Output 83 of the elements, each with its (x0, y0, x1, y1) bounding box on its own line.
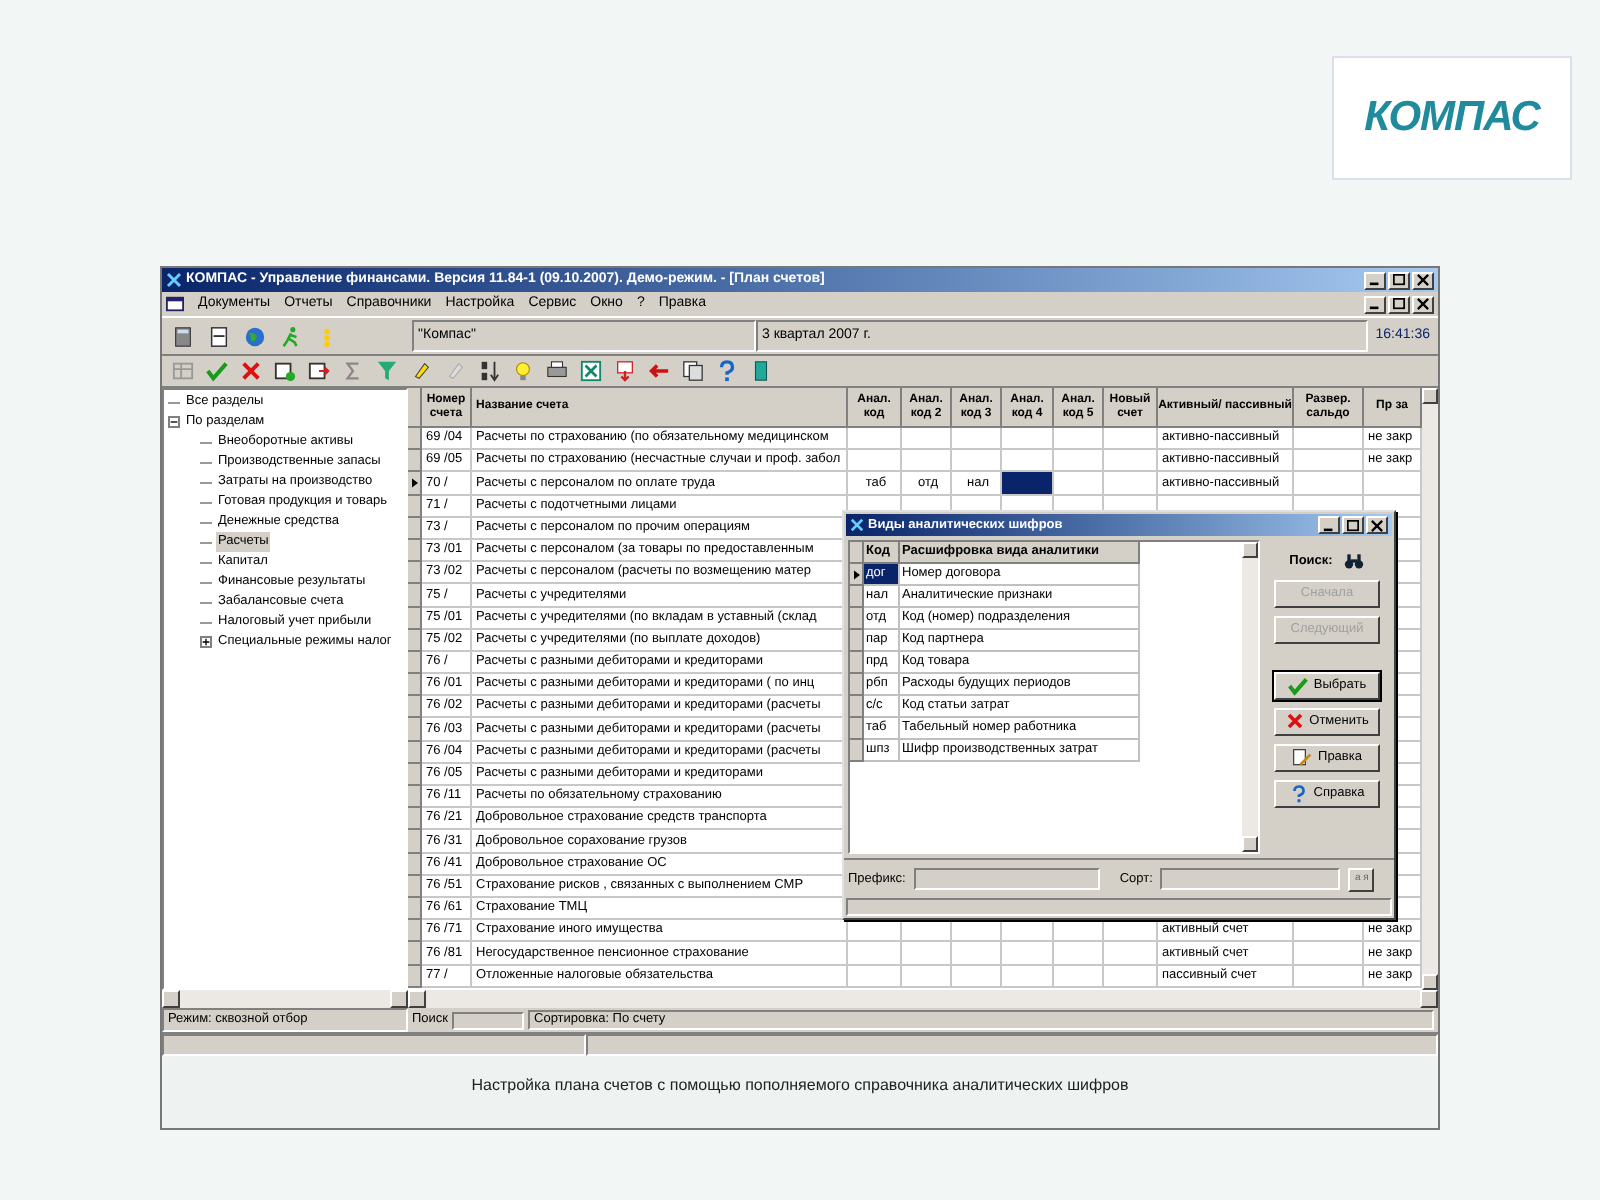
vertical-scrollbar[interactable] (1242, 542, 1258, 852)
cross-icon (1285, 712, 1304, 731)
globe-icon[interactable] (244, 325, 266, 347)
table-cell (1294, 428, 1364, 451)
sort-field[interactable] (1160, 868, 1341, 890)
expand-toggle[interactable] (200, 636, 212, 648)
help-icon (1289, 783, 1308, 804)
horizontal-scrollbar[interactable] (408, 990, 1438, 1008)
table-cell (1294, 450, 1364, 473)
table-cell (952, 965, 1002, 988)
highlighter-icon[interactable] (410, 360, 432, 382)
calculator-icon[interactable] (172, 325, 194, 347)
minimize-button[interactable] (1318, 516, 1340, 534)
table-cell (1054, 942, 1104, 965)
table-cell (848, 428, 902, 451)
caption: Настройка плана счетов с помощью пополняемого справочника аналитических шифров (471, 1074, 1129, 1098)
arrow-left-icon[interactable] (648, 360, 670, 382)
table-cell (1002, 965, 1054, 988)
close-icon (1416, 274, 1430, 286)
export-icon[interactable] (308, 360, 330, 382)
maximize-icon (1346, 519, 1360, 531)
maximize-button[interactable] (1388, 295, 1410, 313)
app-icon (166, 272, 182, 288)
table-cell (1054, 965, 1104, 988)
close-icon (1370, 519, 1384, 531)
check-icon (1287, 675, 1308, 696)
document-arrow-icon[interactable] (614, 360, 636, 382)
table-icon[interactable] (172, 360, 194, 382)
close-button[interactable] (1412, 271, 1434, 289)
door-icon[interactable] (750, 360, 772, 382)
binoculars-icon (1344, 552, 1365, 571)
collapse-toggle[interactable] (168, 416, 180, 428)
row-indicator[interactable] (850, 564, 864, 586)
table-cell (952, 942, 1002, 965)
horizontal-scrollbar[interactable] (162, 990, 408, 1008)
help-icon[interactable] (716, 360, 738, 382)
minimize-button[interactable] (1364, 295, 1386, 313)
table-cell (848, 450, 902, 473)
sort-icon[interactable] (478, 360, 500, 382)
sigma-icon[interactable] (342, 360, 364, 382)
table-cell (1294, 942, 1364, 965)
printer-icon[interactable] (546, 360, 568, 382)
table-cell (1294, 965, 1364, 988)
table-cell (902, 450, 952, 473)
table-cell (902, 942, 952, 965)
close-button[interactable] (1366, 516, 1388, 534)
app-icon (850, 518, 864, 532)
table-cell (1104, 965, 1158, 988)
running-person-icon[interactable] (280, 325, 302, 347)
spreadsheet-icon[interactable] (580, 360, 602, 382)
light-bulb-icon[interactable] (512, 360, 534, 382)
maximize-button[interactable] (1388, 271, 1410, 289)
table-cell (1054, 428, 1104, 451)
table-cell (952, 428, 1002, 451)
prefix-field[interactable] (913, 868, 1100, 890)
table-cell (902, 428, 952, 451)
table-cell (1054, 450, 1104, 473)
row-indicator[interactable] (408, 472, 422, 496)
search-field[interactable] (452, 1011, 525, 1029)
minimize-button[interactable] (1364, 271, 1386, 289)
document-icon[interactable] (208, 325, 230, 347)
maximize-button[interactable] (1342, 516, 1364, 534)
table-cell (1104, 450, 1158, 473)
table-cell (1002, 428, 1054, 451)
table-cell (1104, 942, 1158, 965)
filter-icon[interactable] (376, 360, 398, 382)
table-cell (952, 450, 1002, 473)
document-edit-icon (1292, 747, 1313, 768)
copy-icon[interactable] (682, 360, 704, 382)
document-add-icon[interactable] (274, 360, 296, 382)
table-cell (1002, 942, 1054, 965)
table-cell (848, 942, 902, 965)
close-icon (1416, 298, 1430, 310)
close-button[interactable] (1412, 295, 1434, 313)
table-cell (1054, 472, 1104, 496)
table-cell (1104, 428, 1158, 451)
table-cell (848, 965, 902, 988)
logo: КОМПАС (1332, 56, 1572, 180)
window-menu-icon[interactable] (166, 296, 184, 312)
check-icon[interactable] (206, 360, 228, 382)
vertical-scrollbar[interactable] (1422, 388, 1438, 990)
table-cell (902, 965, 952, 988)
cross-icon[interactable] (240, 360, 262, 382)
